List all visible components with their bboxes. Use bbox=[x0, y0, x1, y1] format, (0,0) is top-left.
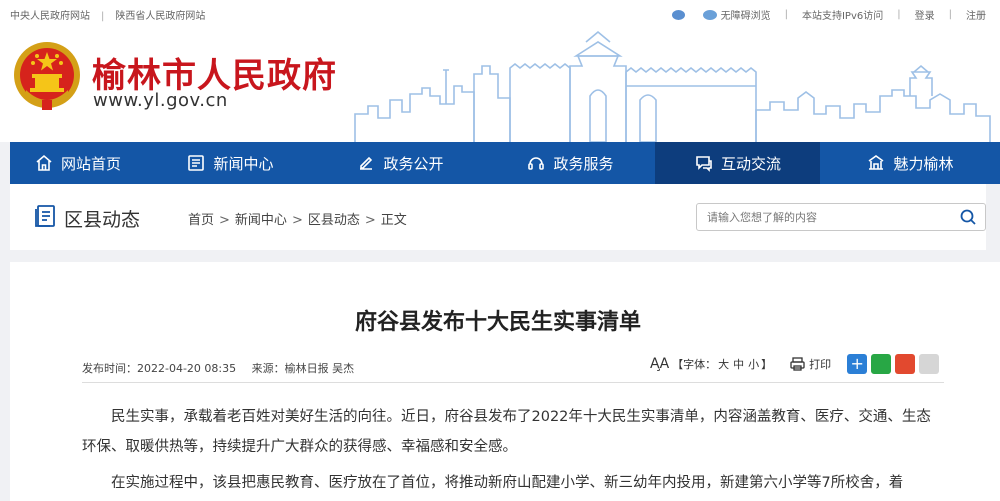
font-size-switcher: 【字体：大中小】 bbox=[672, 356, 772, 372]
article-meta: 发布时间：2022-04-20 08:35 来源：榆林日报 吴杰 bbox=[82, 360, 366, 376]
section-title: 区县动态 bbox=[64, 209, 141, 231]
separator: | bbox=[897, 9, 901, 20]
top-right-tools: 无障碍浏览 | 本站支持IPv6访问 | 登录 | 注册 bbox=[671, 7, 986, 22]
printer-icon bbox=[790, 357, 805, 371]
register-link[interactable]: 注册 bbox=[966, 7, 986, 22]
accessible-link[interactable]: 无障碍浏览 bbox=[702, 7, 771, 22]
top-links: 中央人民政府网站 | 陕西省人民政府网站 bbox=[10, 7, 205, 22]
accessible-label: 无障碍浏览 bbox=[720, 11, 771, 22]
share-buttons: + bbox=[847, 354, 940, 374]
share-wechat-icon[interactable] bbox=[871, 354, 892, 374]
nav-label: 网站首页 bbox=[60, 154, 121, 173]
edit-icon bbox=[360, 156, 373, 170]
share-plus-icon[interactable]: + bbox=[847, 354, 868, 374]
font-size-close: 】 bbox=[761, 358, 773, 371]
nav-label: 互动交流 bbox=[720, 154, 781, 173]
font-medium-button[interactable]: 中 bbox=[733, 358, 744, 371]
breadcrumb-separator: > bbox=[364, 213, 376, 228]
article-panel: 府谷县发布十大民生实事清单 发布时间：2022-04-20 08:35 来源：榆… bbox=[10, 262, 1000, 501]
newspaper-icon bbox=[188, 155, 205, 171]
article-title: 府谷县发布十大民生实事清单 bbox=[354, 310, 641, 335]
search-input[interactable] bbox=[707, 209, 947, 225]
nav-home[interactable]: 网站首页 bbox=[10, 142, 145, 184]
breadcrumb: 首页 > 新闻中心 > 区县动态 > 正文 bbox=[188, 209, 407, 228]
nav-charm-yulin[interactable]: 魅力榆林 bbox=[820, 142, 1000, 184]
article-tools: A̧A 【字体：大中小】 打印 + bbox=[650, 354, 940, 374]
landmark-icon bbox=[869, 155, 884, 170]
shaanxi-gov-link[interactable]: 陕西省人民政府网站 bbox=[115, 11, 205, 22]
home-icon bbox=[36, 154, 52, 171]
service-icon bbox=[528, 157, 545, 170]
accessibility-icon bbox=[702, 9, 717, 20]
site-url: www.yl.gov.cn bbox=[93, 90, 228, 111]
font-size-icon: A̧A bbox=[650, 356, 670, 372]
nav-label: 政务服务 bbox=[553, 154, 614, 173]
nav-gov-affairs[interactable]: 政务公开 bbox=[315, 142, 485, 184]
nav-gov-services[interactable]: 政务服务 bbox=[485, 142, 655, 184]
central-gov-link[interactable]: 中央人民政府网站 bbox=[10, 11, 90, 22]
breadcrumb-separator: > bbox=[291, 213, 303, 228]
nav-label: 魅力榆林 bbox=[893, 154, 954, 173]
breadcrumb-county-news[interactable]: 区县动态 bbox=[308, 213, 360, 228]
publish-time: 发布时间：2022-04-20 08:35 bbox=[82, 362, 237, 375]
document-list-icon bbox=[35, 205, 55, 227]
breadcrumb-separator: > bbox=[219, 213, 230, 228]
breadcrumb-news[interactable]: 新闻中心 bbox=[235, 213, 287, 228]
nav-label: 政务公开 bbox=[383, 154, 444, 173]
article-source: 来源：榆林日报 吴杰 bbox=[251, 362, 355, 375]
chat-icon bbox=[696, 156, 712, 172]
font-large-button[interactable]: 大 bbox=[718, 358, 729, 371]
main-nav: 网站首页 新闻中心 政务公开 政务服务 互动交流 魅力榆林 bbox=[10, 142, 1000, 184]
ipv6-label: 本站支持IPv6访问 bbox=[801, 11, 884, 22]
breadcrumb-current: 正文 bbox=[380, 213, 407, 228]
font-size-label: 【字体： bbox=[672, 358, 717, 371]
login-link[interactable]: 登录 bbox=[915, 7, 935, 22]
city-wall-skyline-illustration bbox=[354, 30, 991, 142]
font-small-button[interactable]: 小 bbox=[748, 358, 759, 371]
print-label: 打印 bbox=[809, 358, 832, 371]
separator: | bbox=[948, 9, 952, 20]
separator: | bbox=[784, 9, 788, 20]
separator: | bbox=[101, 11, 105, 22]
national-emblem-icon[interactable] bbox=[12, 40, 82, 112]
site-header: 榆林市人民政府 www.yl.gov.cn bbox=[0, 26, 1000, 142]
breadcrumb-home[interactable]: 首页 bbox=[188, 213, 214, 228]
print-button[interactable]: 打印 bbox=[790, 356, 831, 372]
nav-label: 新闻中心 bbox=[213, 154, 274, 173]
search-box bbox=[696, 203, 986, 231]
section-header: 区县动态 首页 > 新闻中心 > 区县动态 > 正文 bbox=[10, 184, 986, 250]
share-weibo-icon[interactable] bbox=[895, 354, 916, 374]
nav-news[interactable]: 新闻中心 bbox=[145, 142, 315, 184]
article-paragraph: 在实施过程中，该县把惠民教育、医疗放在了首位，将推动新府山配建小学、新三幼年内投… bbox=[111, 475, 904, 491]
nav-interaction[interactable]: 互动交流 bbox=[655, 142, 820, 184]
weibo-icon[interactable] bbox=[671, 9, 685, 20]
search-icon[interactable] bbox=[959, 208, 977, 226]
top-utility-bar: 中央人民政府网站 | 陕西省人民政府网站 无障碍浏览 | 本站支持IPv6访问 | … bbox=[0, 0, 1000, 26]
article-paragraph: 民生实事，承载着老百姓对美好生活的向往。近日，府谷县发布了2022年十大民生实事… bbox=[82, 409, 931, 455]
meta-divider bbox=[82, 382, 944, 383]
share-copy-icon[interactable] bbox=[919, 354, 940, 374]
